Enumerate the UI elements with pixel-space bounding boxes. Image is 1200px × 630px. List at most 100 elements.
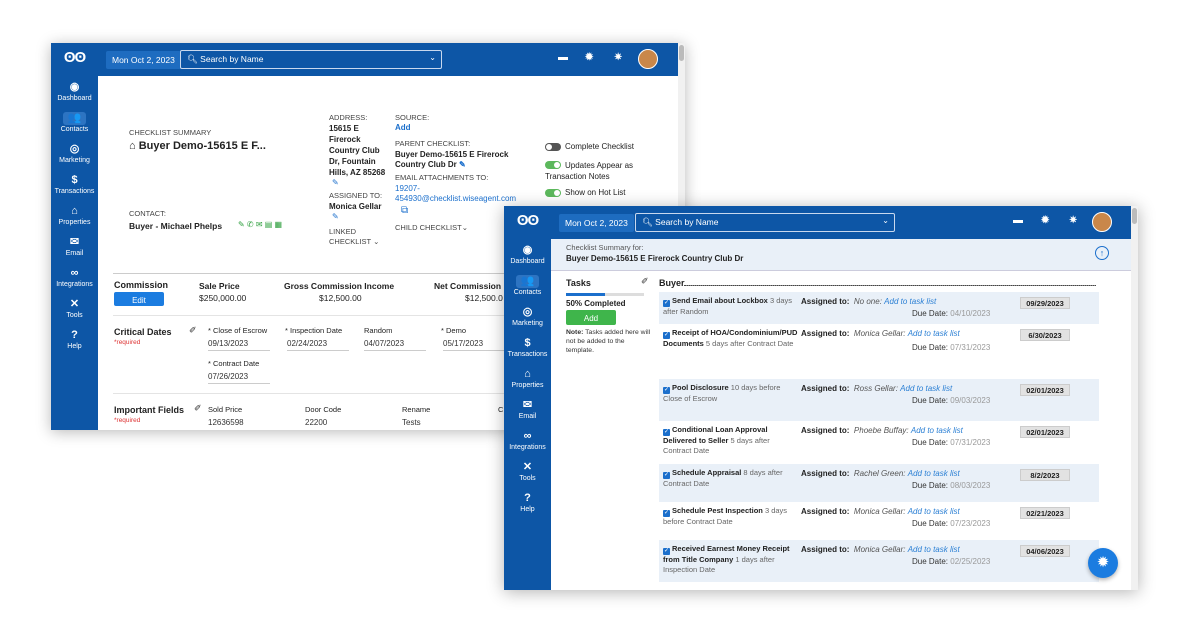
task-title[interactable]: ✓ Receipt of HOA/Condominium/PUD Document…: [663, 328, 798, 349]
pin-icon[interactable]: ✐: [189, 325, 197, 336]
sidebar-item-tools[interactable]: ✕ Tools: [504, 456, 551, 487]
random-input[interactable]: 04/07/2023: [364, 339, 426, 351]
complete-checklist-toggle[interactable]: [545, 143, 561, 151]
settings-fab-gear-icon[interactable]: ✹: [1088, 548, 1118, 578]
inspection-date-input[interactable]: 02/24/2023: [287, 339, 349, 351]
add-to-task-list-link[interactable]: Add to task list: [900, 384, 952, 393]
add-to-task-list-link[interactable]: Add to task list: [884, 297, 936, 306]
child-checklist-dropdown[interactable]: CHILD CHECKLIST⌄: [395, 223, 468, 232]
hotlist-toggle[interactable]: [545, 189, 561, 197]
due-date-value[interactable]: 09/03/2023: [950, 396, 990, 405]
attach-email-line1[interactable]: 19207-: [395, 184, 420, 193]
task-row[interactable]: ✓ Schedule Pest Inspection 3 days before …: [659, 502, 1099, 540]
pin-icon[interactable]: ✐: [194, 403, 202, 414]
checkbox-checked-icon[interactable]: ✓: [663, 472, 670, 479]
source-add-link[interactable]: Add: [395, 123, 411, 132]
task-date-badge[interactable]: 02/21/2023: [1020, 507, 1070, 519]
date-button[interactable]: Mon Oct 2, 2023: [106, 51, 181, 69]
parent-checklist-link2[interactable]: Country Club Dr ✎: [395, 160, 466, 169]
checkbox-checked-icon[interactable]: ✓: [663, 300, 670, 307]
sidebar-item-integrations[interactable]: ∞ Integrations: [504, 425, 551, 456]
task-row[interactable]: ✓ Received Earnest Money Receipt from Tit…: [659, 540, 1099, 582]
avatar[interactable]: [1092, 212, 1112, 232]
copy-icon[interactable]: ⧉: [401, 205, 408, 216]
gear-icon[interactable]: ✹: [585, 52, 593, 63]
contract-date-input[interactable]: 07/26/2023: [208, 372, 270, 384]
checkbox-checked-icon[interactable]: ✓: [663, 387, 670, 394]
checkbox-checked-icon[interactable]: ✓: [663, 332, 670, 339]
sidebar-item-tools[interactable]: ✕ Tools: [51, 293, 98, 324]
date-button[interactable]: Mon Oct 2, 2023: [559, 214, 634, 232]
updates-toggle[interactable]: [545, 161, 561, 169]
sidebar-item-contacts[interactable]: 👥 Contacts: [504, 270, 551, 301]
task-title[interactable]: ✓ Pool Disclosure 10 days before Close of…: [663, 383, 798, 404]
task-row[interactable]: ✓ Send Email about Lockbox 3 days after R…: [659, 292, 1099, 324]
task-title[interactable]: ✓ Schedule Pest Inspection 3 days before …: [663, 506, 798, 527]
rename-input[interactable]: Tests: [402, 418, 472, 429]
scrollbar-thumb[interactable]: [679, 45, 684, 61]
task-date-badge[interactable]: 02/01/2023: [1020, 426, 1070, 438]
task-row[interactable]: ✓ Pool Disclosure 10 days before Close of…: [659, 379, 1099, 421]
due-date-value[interactable]: 02/25/2023: [950, 557, 990, 566]
scrollbar[interactable]: [1131, 206, 1138, 590]
add-to-task-list-link[interactable]: Add to task list: [908, 329, 960, 338]
checkbox-checked-icon[interactable]: ✓: [663, 429, 670, 436]
due-date-value[interactable]: 07/23/2023: [950, 519, 990, 528]
due-date-value[interactable]: 08/03/2023: [950, 481, 990, 490]
task-title[interactable]: ✓ Received Earnest Money Receipt from Tit…: [663, 544, 798, 575]
task-title[interactable]: ✓ Schedule Appraisal 8 days after Contrac…: [663, 468, 798, 489]
scrollbar-thumb[interactable]: [1132, 208, 1137, 224]
checkbox-checked-icon[interactable]: ✓: [663, 510, 670, 517]
chat-icon[interactable]: ▬: [1013, 215, 1023, 226]
add-to-task-list-link[interactable]: Add to task list: [908, 545, 960, 554]
sidebar-item-help[interactable]: ? Help: [504, 487, 551, 518]
add-task-button[interactable]: Add: [566, 310, 616, 325]
avatar[interactable]: [638, 49, 658, 69]
task-row[interactable]: ✓ Receipt of HOA/Condominium/PUD Document…: [659, 324, 1099, 379]
sidebar-item-dashboard[interactable]: ◉ Dashboard: [51, 76, 98, 107]
edit-parent-icon[interactable]: ✎: [459, 160, 466, 169]
add-to-task-list-link[interactable]: Add to task list: [911, 426, 963, 435]
close-escrow-input[interactable]: 09/13/2023: [208, 339, 270, 351]
checkbox-checked-icon[interactable]: ✓: [663, 548, 670, 555]
due-date-value[interactable]: 04/10/2023: [950, 309, 990, 318]
edit-address-icon[interactable]: ✎: [332, 178, 339, 187]
task-title[interactable]: ✓ Conditional Loan Approval Delivered to …: [663, 425, 798, 456]
sidebar-item-dashboard[interactable]: ◉ Dashboard: [504, 239, 551, 270]
task-row[interactable]: ✓ Conditional Loan Approval Delivered to …: [659, 421, 1099, 464]
sidebar-item-marketing[interactable]: ◎ Marketing: [51, 138, 98, 169]
sidebar-item-email[interactable]: ✉ Email: [51, 231, 98, 262]
parent-checklist-link[interactable]: Buyer Demo-15615 E Firerock: [395, 150, 508, 159]
attach-email-line2[interactable]: 454930@checklist.wiseagent.com: [395, 194, 516, 203]
task-row[interactable]: ✓ Schedule Appraisal 8 days after Contrac…: [659, 464, 1099, 502]
sidebar-item-email[interactable]: ✉ Email: [504, 394, 551, 425]
sidebar-item-properties[interactable]: ⌂ Properties: [51, 200, 98, 231]
sidebar-item-transactions[interactable]: $ Transactions: [504, 332, 551, 363]
add-to-task-list-link[interactable]: Add to task list: [908, 469, 960, 478]
add-to-task-list-link[interactable]: Add to task list: [908, 507, 960, 516]
task-date-badge[interactable]: 6/30/2023: [1020, 329, 1070, 341]
sidebar-item-contacts[interactable]: 👥 Contacts: [51, 107, 98, 138]
sidebar-item-help[interactable]: ? Help: [51, 324, 98, 355]
scroll-up-icon[interactable]: ↑: [1095, 246, 1109, 260]
contact-name[interactable]: Buyer - Michael Phelps: [129, 221, 222, 231]
task-date-badge[interactable]: 8/2/2023: [1020, 469, 1070, 481]
sidebar-item-properties[interactable]: ⌂ Properties: [504, 363, 551, 394]
contact-action-icons[interactable]: ✎ ✆ ✉ ▤ ▦: [238, 220, 282, 229]
search-input[interactable]: 🔍︎ Search by Name ⌄: [635, 213, 895, 232]
bug-icon[interactable]: ✷: [614, 52, 622, 63]
door-code-input[interactable]: 22200: [305, 418, 375, 429]
pin-icon[interactable]: ✐: [641, 276, 649, 287]
edit-commission-button[interactable]: Edit: [114, 292, 164, 306]
task-date-badge[interactable]: 02/01/2023: [1020, 384, 1070, 396]
chat-icon[interactable]: ▬: [558, 52, 568, 63]
demo-input[interactable]: 05/17/2023: [443, 339, 505, 351]
due-date-value[interactable]: 07/31/2023: [950, 343, 990, 352]
search-input[interactable]: 🔍︎ Search by Name ⌄: [180, 50, 442, 69]
task-title[interactable]: ✓ Send Email about Lockbox 3 days after R…: [663, 296, 798, 317]
due-date-value[interactable]: 07/31/2023: [950, 438, 990, 447]
sidebar-item-transactions[interactable]: $ Transactions: [51, 169, 98, 200]
sidebar-item-marketing[interactable]: ◎ Marketing: [504, 301, 551, 332]
bug-icon[interactable]: ✷: [1069, 215, 1077, 226]
sold-price-input[interactable]: 12636598: [208, 418, 278, 429]
